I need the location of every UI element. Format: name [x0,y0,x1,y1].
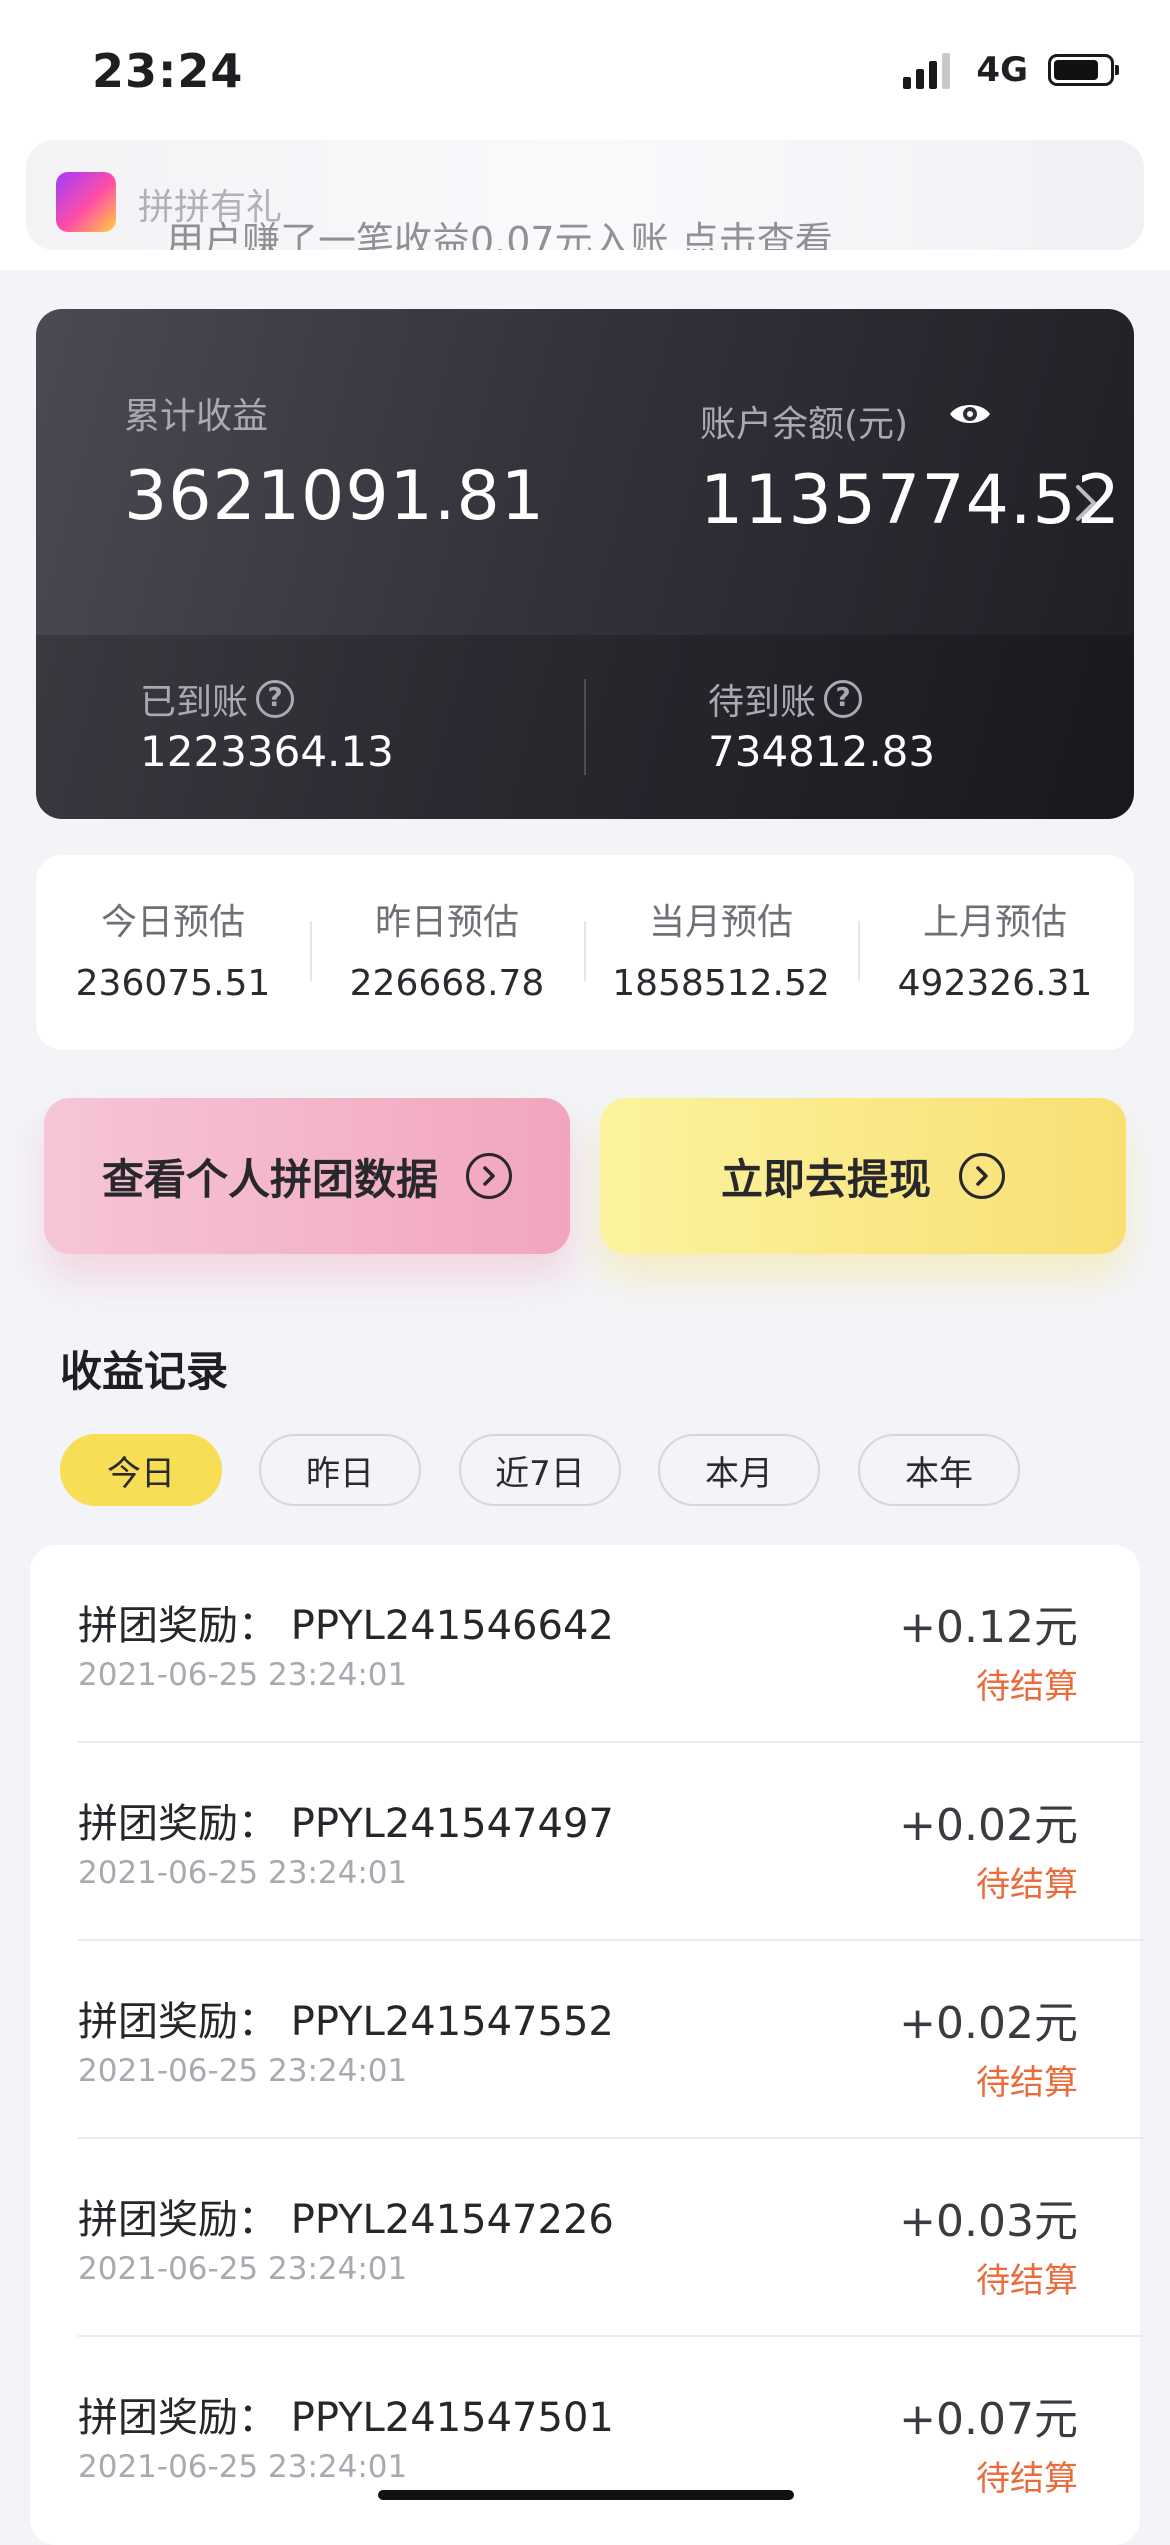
view-group-data-label: 查看个人拼团数据 [101,1154,438,1204]
notification-banner[interactable]: 拼拼有礼 用户赚了一笔收益0.07元入账 点击查看 [26,140,1144,250]
record-title: 拼团奖励： PPYL241547226 [78,2197,614,2243]
record-time: 2021-06-25 23:24:01 [78,2053,408,2089]
balance-value[interactable]: 1135774.52 [700,461,1121,540]
record-amount: +0.03元 [899,2196,1078,2247]
pending-label: 待到账 [708,682,817,723]
view-group-data-button[interactable]: 查看个人拼团数据 [44,1098,570,1254]
help-icon[interactable]: ? [824,680,863,718]
credited-label-group: 已到账 ? [140,673,295,725]
estimate-label: 当月预估 [648,902,793,943]
estimate-label: 今日预估 [100,902,245,943]
record-title: 拼团奖励： PPYL241547501 [78,2395,614,2441]
network-type: 4G [976,50,1028,90]
withdraw-label: 立即去提现 [720,1154,931,1204]
chevron-right-icon[interactable] [1072,481,1100,525]
estimates-card: 今日预估 236075.51 昨日预估 226668.78 当月预估 18585… [36,855,1134,1050]
estimate-value: 492326.31 [897,963,1093,1004]
record-title: 拼团奖励： PPYL241547497 [78,1801,614,1847]
record-time: 2021-06-25 23:24:01 [78,1855,408,1891]
battery-icon [1048,54,1119,86]
withdraw-button[interactable]: 立即去提现 [600,1098,1126,1254]
estimate-label: 昨日预估 [374,902,519,943]
estimate-today: 今日预估 236075.51 [36,893,310,1004]
banner-area: 拼拼有礼 用户赚了一笔收益0.07元入账 点击查看 [0,140,1170,270]
credited-value: 1223364.13 [140,727,394,776]
record-status: 待结算 [976,1667,1078,1707]
balance-label: 账户余额(元) [700,404,909,445]
pending-value: 734812.83 [708,727,936,776]
app-logo-icon [56,172,116,232]
records-title: 收益记录 [60,1347,229,1396]
circle-chevron-right-icon [466,1153,512,1199]
estimate-value: 226668.78 [349,963,545,1004]
estimate-value: 236075.51 [75,963,271,1004]
filter-tab-year[interactable]: 本年 [858,1434,1020,1506]
record-status: 待结算 [976,1865,1078,1905]
record-status: 待结算 [976,2261,1078,2301]
help-icon[interactable]: ? [256,680,295,718]
home-indicator[interactable] [378,2490,794,2500]
status-indicators: 4G [903,50,1119,90]
record-item[interactable]: 拼团奖励： PPYL241547501 2021-06-25 23:24:01 … [78,2337,1144,2535]
cumulative-value: 3621091.81 [124,457,545,536]
estimate-last-month: 上月预估 492326.31 [858,893,1132,1004]
card-divider [584,679,586,775]
credited-label: 已到账 [140,682,249,723]
cumulative-label: 累计收益 [124,396,269,437]
record-time: 2021-06-25 23:24:01 [78,1657,408,1693]
estimate-value: 1858512.52 [612,963,830,1004]
record-item[interactable]: 拼团奖励： PPYL241547497 2021-06-25 23:24:01 … [78,1743,1144,1941]
signal-icon [903,51,951,89]
record-amount: +0.12元 [899,1602,1078,1653]
record-amount: +0.07元 [899,2394,1078,2445]
record-item[interactable]: 拼团奖励： PPYL241547552 2021-06-25 23:24:01 … [78,1941,1144,2139]
filter-tab-today[interactable]: 今日 [60,1434,222,1506]
circle-chevron-right-icon [959,1153,1005,1199]
record-title: 拼团奖励： PPYL241546642 [78,1603,614,1649]
record-status: 待结算 [976,2459,1078,2499]
pending-label-group: 待到账 ? [708,673,863,725]
filter-tab-yesterday[interactable]: 昨日 [259,1434,421,1506]
battery-level [1054,60,1099,80]
records-list: 拼团奖励： PPYL241546642 2021-06-25 23:24:01 … [30,1545,1144,2545]
eye-icon[interactable] [948,399,992,429]
estimate-month: 当月预估 1858512.52 [584,893,858,1004]
record-status: 待结算 [976,2063,1078,2103]
record-title: 拼团奖励： PPYL241547552 [78,1999,614,2045]
filter-tab-month[interactable]: 本月 [658,1434,820,1506]
record-item[interactable]: 拼团奖励： PPYL241547226 2021-06-25 23:24:01 … [78,2139,1144,2337]
record-time: 2021-06-25 23:24:01 [78,2251,408,2287]
record-amount: +0.02元 [899,1800,1078,1851]
notification-scroll-text: 用户赚了一笔收益0.07元入账 点击查看 [166,219,833,250]
record-time: 2021-06-25 23:24:01 [78,2449,408,2485]
status-bar: 23:24 4G [0,0,1170,140]
status-time: 23:24 [92,44,244,98]
estimate-label: 上月预估 [922,902,1067,943]
estimate-yesterday: 昨日预估 226668.78 [310,893,584,1004]
record-item[interactable]: 拼团奖励： PPYL241546642 2021-06-25 23:24:01 … [78,1545,1144,1743]
earnings-card: 累计收益 3621091.81 账户余额(元) 1135774.52 已到账 ?… [36,309,1134,819]
filter-tab-7-days[interactable]: 近7日 [459,1434,621,1506]
record-amount: +0.02元 [899,1998,1078,2049]
